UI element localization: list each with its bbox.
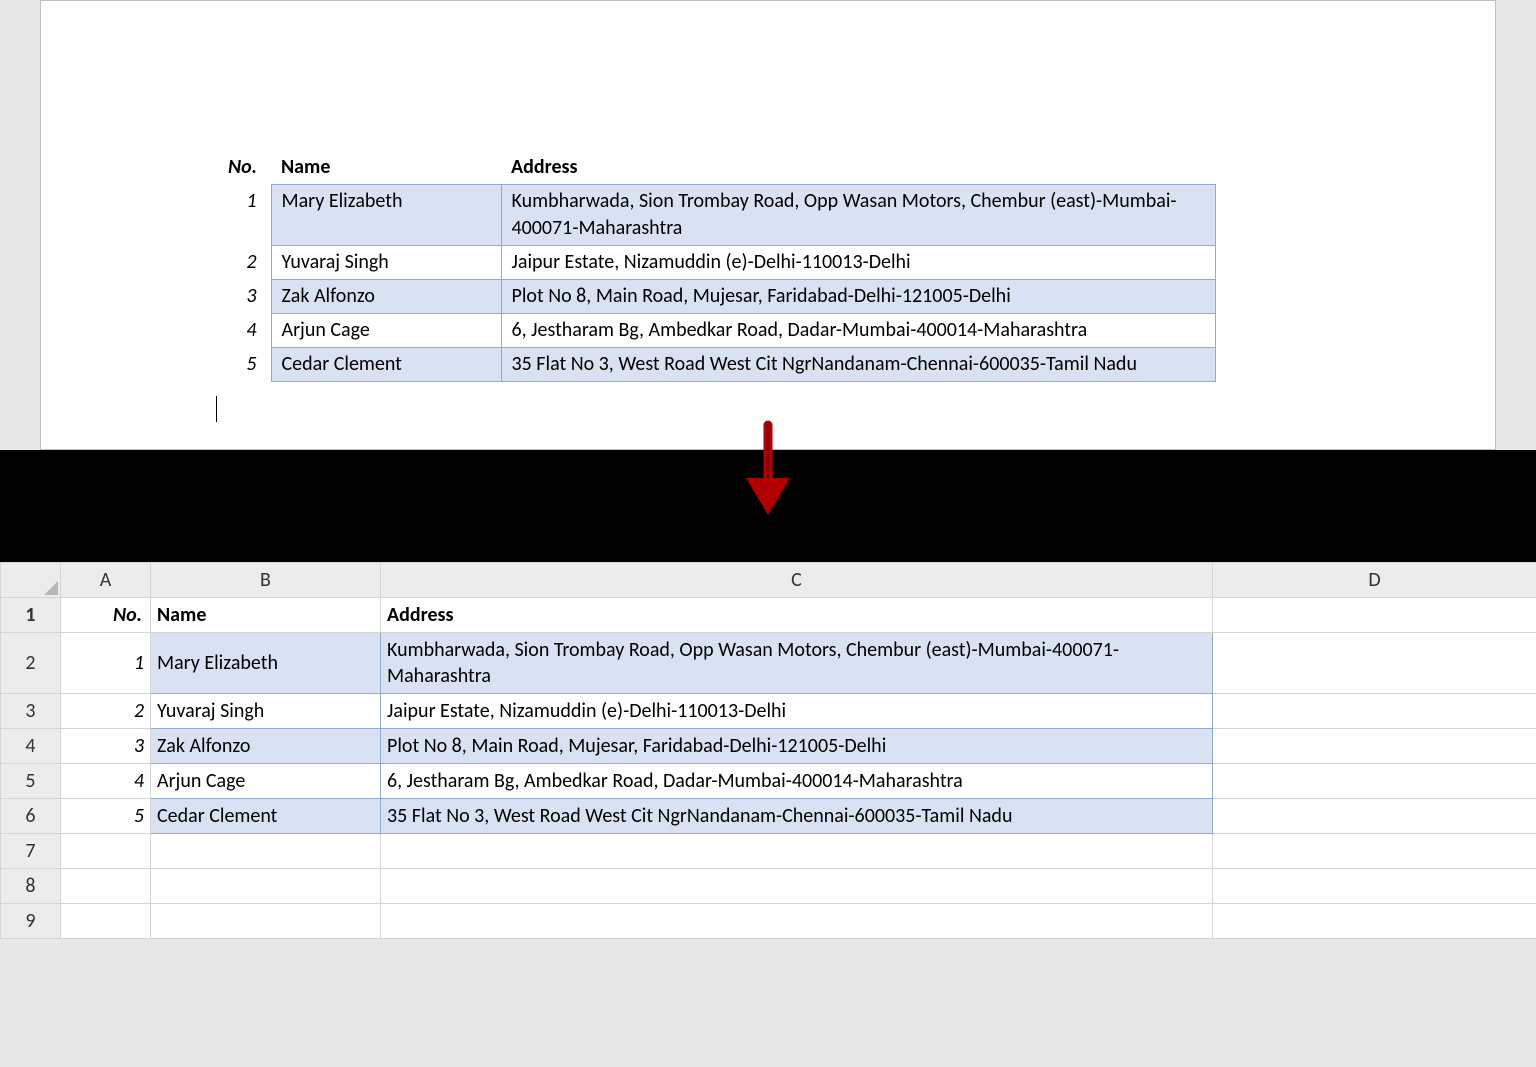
cell[interactable]: Name [151, 598, 381, 633]
word-table-header-row: No. Name Address [211, 151, 1216, 185]
cell[interactable]: Kumbharwada, Sion Trombay Road, Opp Wasa… [381, 633, 1213, 694]
col-header-address: Address [501, 151, 1216, 185]
col-header-name: Name [271, 151, 501, 185]
cell[interactable]: Mary Elizabeth [151, 633, 381, 694]
cell-no: 3 [211, 280, 271, 314]
cell[interactable]: 5 [61, 799, 151, 834]
cell[interactable]: 2 [61, 694, 151, 729]
cell[interactable]: 6, Jestharam Bg, Ambedkar Road, Dadar-Mu… [381, 764, 1213, 799]
cell-no: 2 [211, 246, 271, 280]
row-header[interactable]: 6 [1, 799, 61, 834]
cell-address[interactable]: Plot No 8, Main Road, Mujesar, Faridabad… [501, 280, 1216, 314]
cell[interactable] [1213, 834, 1536, 869]
col-header-B[interactable]: B [151, 563, 381, 598]
excel-panel: A B C D 1 No. Name Address 2 1 Mary Eliz… [0, 562, 1536, 939]
cell[interactable] [61, 834, 151, 869]
cell[interactable] [1213, 869, 1536, 904]
col-header-C[interactable]: C [381, 563, 1213, 598]
cell-address[interactable]: Kumbharwada, Sion Trombay Road, Opp Wasa… [501, 185, 1216, 246]
cell[interactable]: Arjun Cage [151, 764, 381, 799]
cell[interactable]: Zak Alfonzo [151, 729, 381, 764]
excel-row: 7 [1, 834, 1536, 869]
table-row: 2 Yuvaraj Singh Jaipur Estate, Nizamuddi… [211, 246, 1216, 280]
cell-no: 5 [211, 348, 271, 382]
cell-address[interactable]: 6, Jestharam Bg, Ambedkar Road, Dadar-Mu… [501, 314, 1216, 348]
cell[interactable] [1213, 764, 1536, 799]
cell[interactable] [1213, 694, 1536, 729]
row-header[interactable]: 4 [1, 729, 61, 764]
cell[interactable] [61, 869, 151, 904]
table-row: 1 Mary Elizabeth Kumbharwada, Sion Tromb… [211, 185, 1216, 246]
cell[interactable]: Yuvaraj Singh [151, 694, 381, 729]
cell[interactable]: Jaipur Estate, Nizamuddin (e)-Delhi-1100… [381, 694, 1213, 729]
cell[interactable] [381, 904, 1213, 939]
table-row: 3 Zak Alfonzo Plot No 8, Main Road, Muje… [211, 280, 1216, 314]
cell[interactable]: 3 [61, 729, 151, 764]
cell[interactable]: Plot No 8, Main Road, Mujesar, Faridabad… [381, 729, 1213, 764]
cell-name[interactable]: Zak Alfonzo [271, 280, 501, 314]
row-header[interactable]: 7 [1, 834, 61, 869]
cell[interactable]: Cedar Clement [151, 799, 381, 834]
cell[interactable]: 35 Flat No 3, West Road West Cit NgrNand… [381, 799, 1213, 834]
excel-column-header-row: A B C D [1, 563, 1536, 598]
row-header[interactable]: 3 [1, 694, 61, 729]
excel-row: 1 No. Name Address [1, 598, 1536, 633]
row-header[interactable]: 5 [1, 764, 61, 799]
cell[interactable] [61, 904, 151, 939]
row-header[interactable]: 1 [1, 598, 61, 633]
cell-name[interactable]: Arjun Cage [271, 314, 501, 348]
divider-band [0, 450, 1536, 562]
excel-row: 6 5 Cedar Clement 35 Flat No 3, West Roa… [1, 799, 1536, 834]
cell[interactable]: 4 [61, 764, 151, 799]
cell[interactable] [151, 904, 381, 939]
table-row: 5 Cedar Clement 35 Flat No 3, West Road … [211, 348, 1216, 382]
cell[interactable]: 1 [61, 633, 151, 694]
down-arrow-icon [738, 420, 798, 526]
row-header[interactable]: 9 [1, 904, 61, 939]
excel-row: 8 [1, 869, 1536, 904]
excel-row: 3 2 Yuvaraj Singh Jaipur Estate, Nizamud… [1, 694, 1536, 729]
cell-no: 4 [211, 314, 271, 348]
cell-name[interactable]: Mary Elizabeth [271, 185, 501, 246]
cell-name[interactable]: Cedar Clement [271, 348, 501, 382]
excel-row: 9 [1, 904, 1536, 939]
cell[interactable] [1213, 598, 1536, 633]
cell[interactable] [151, 869, 381, 904]
row-header[interactable]: 2 [1, 633, 61, 694]
table-row: 4 Arjun Cage 6, Jestharam Bg, Ambedkar R… [211, 314, 1216, 348]
word-table: No. Name Address 1 Mary Elizabeth Kumbha… [211, 151, 1216, 382]
excel-row: 2 1 Mary Elizabeth Kumbharwada, Sion Tro… [1, 633, 1536, 694]
cell-address[interactable]: 35 Flat No 3, West Road West Cit NgrNand… [501, 348, 1216, 382]
cell[interactable]: No. [61, 598, 151, 633]
excel-row: 5 4 Arjun Cage 6, Jestharam Bg, Ambedkar… [1, 764, 1536, 799]
cell-no: 1 [211, 185, 271, 246]
cell[interactable] [1213, 799, 1536, 834]
cell[interactable]: Address [381, 598, 1213, 633]
cell-address[interactable]: Jaipur Estate, Nizamuddin (e)-Delhi-1100… [501, 246, 1216, 280]
cell[interactable] [1213, 904, 1536, 939]
text-cursor [216, 396, 217, 422]
col-header-A[interactable]: A [61, 563, 151, 598]
col-header-no: No. [211, 151, 271, 185]
select-all-corner[interactable] [1, 563, 61, 598]
cell[interactable] [1213, 729, 1536, 764]
excel-grid: A B C D 1 No. Name Address 2 1 Mary Eliz… [0, 562, 1536, 939]
row-header[interactable]: 8 [1, 869, 61, 904]
col-header-D[interactable]: D [1213, 563, 1536, 598]
cell[interactable] [381, 869, 1213, 904]
cell-name[interactable]: Yuvaraj Singh [271, 246, 501, 280]
cell[interactable] [1213, 633, 1536, 694]
cell[interactable] [151, 834, 381, 869]
cell[interactable] [381, 834, 1213, 869]
excel-row: 4 3 Zak Alfonzo Plot No 8, Main Road, Mu… [1, 729, 1536, 764]
word-document-panel: No. Name Address 1 Mary Elizabeth Kumbha… [40, 0, 1496, 450]
